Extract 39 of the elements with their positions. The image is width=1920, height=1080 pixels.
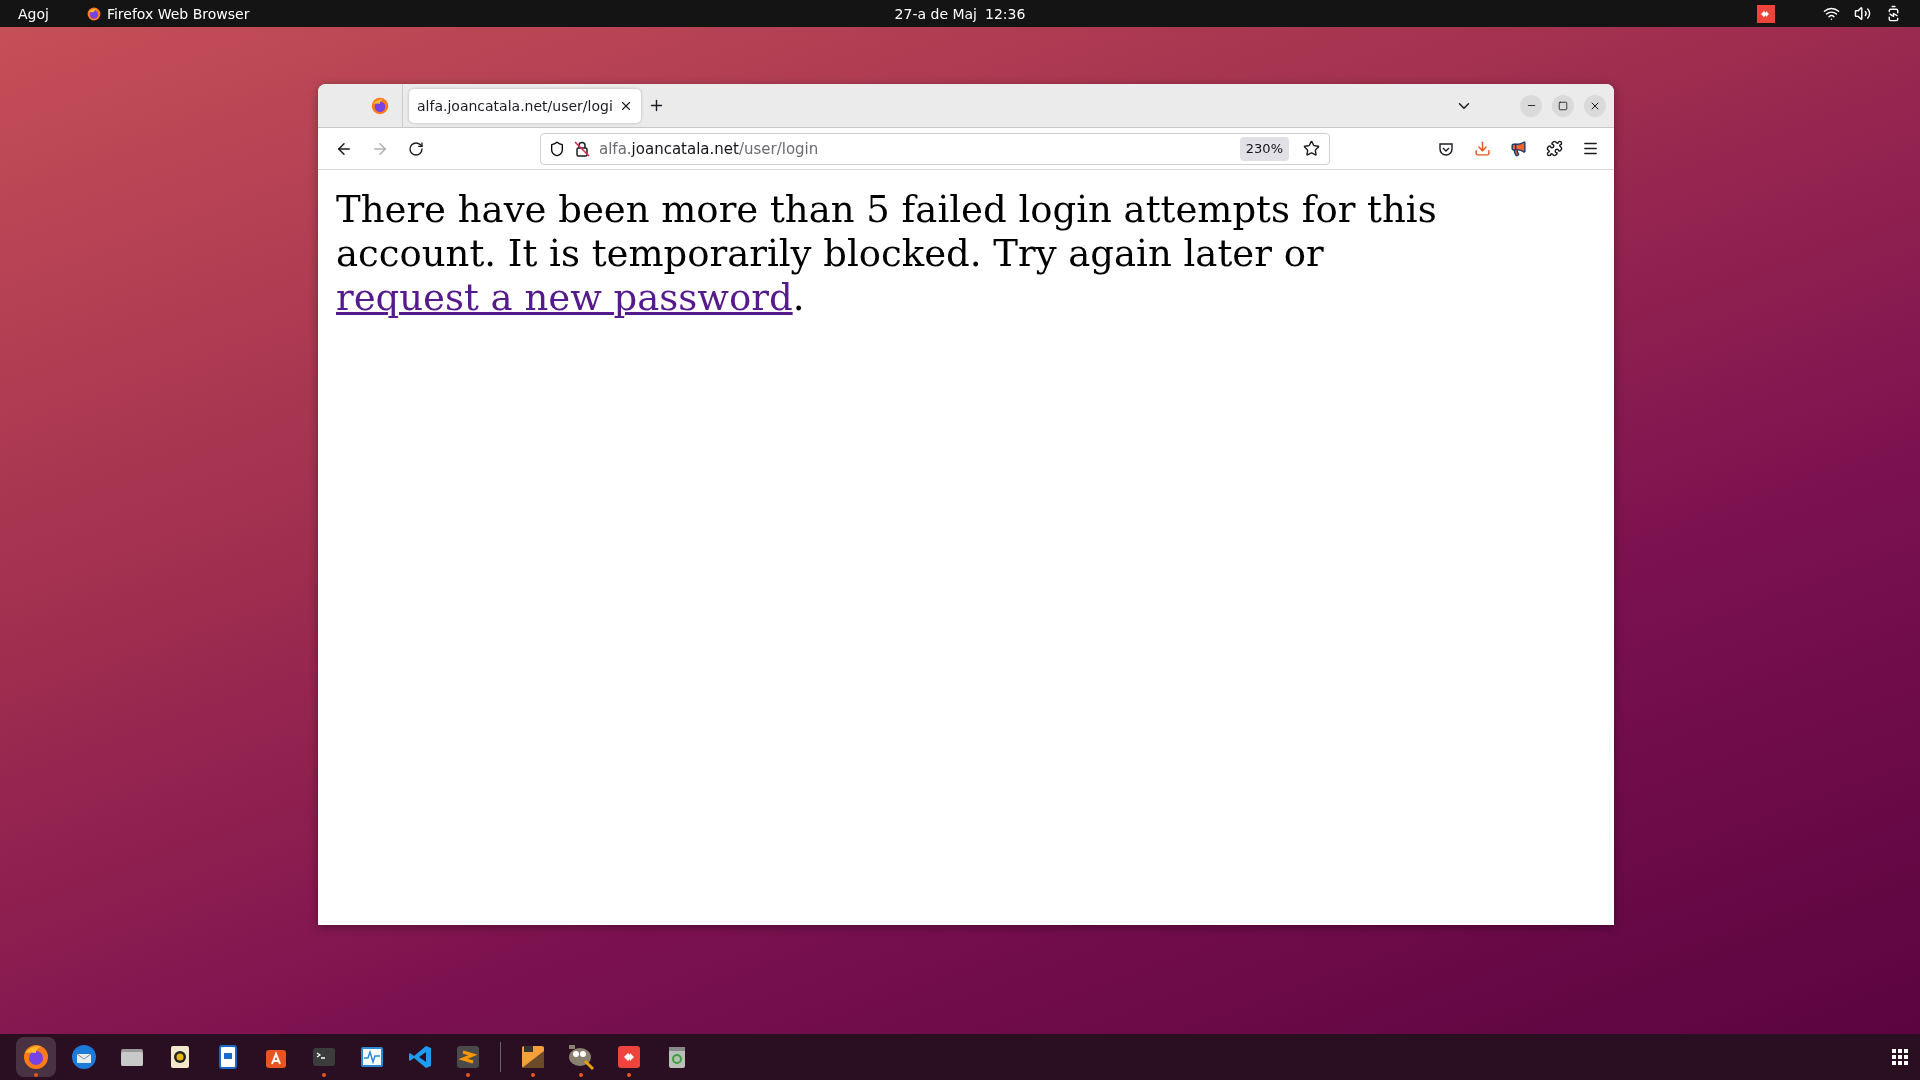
megaphone-icon[interactable]: [1509, 140, 1527, 157]
shield-icon[interactable]: [549, 140, 565, 157]
running-indicator: [627, 1073, 631, 1077]
reload-icon[interactable]: [408, 140, 424, 157]
remote-desktop-icon: [615, 1043, 643, 1071]
firefox-icon: [22, 1043, 50, 1071]
pocket-icon[interactable]: [1438, 140, 1454, 157]
firefox-icon: [371, 96, 389, 115]
volume-icon[interactable]: [1854, 5, 1871, 22]
star-icon[interactable]: [1302, 140, 1320, 157]
url-text[interactable]: alfa.joancatala.net/user/login: [599, 139, 1232, 158]
app-grid-icon[interactable]: [1892, 1049, 1908, 1065]
menu-icon[interactable]: [1581, 140, 1599, 157]
time-text[interactable]: 12:36: [985, 5, 1026, 22]
request-password-link[interactable]: request a new password: [336, 276, 793, 319]
running-indicator: [322, 1073, 326, 1077]
maximize-button[interactable]: [1552, 94, 1574, 117]
app-menu[interactable]: Firefox Web Browser: [106, 5, 250, 22]
browser-tab[interactable]: alfa.joancatala.net/user/logi: [409, 88, 641, 123]
wifi-icon[interactable]: [1823, 5, 1840, 22]
dock-app-button[interactable]: [16, 1037, 56, 1077]
firefox-icon: [86, 6, 101, 21]
close-button[interactable]: [1584, 94, 1606, 117]
code-editor-icon: [406, 1043, 434, 1071]
date-text[interactable]: 27-a de Maj: [894, 5, 977, 22]
maximize-icon[interactable]: [1558, 100, 1568, 111]
running-indicator: [34, 1073, 38, 1077]
download-icon[interactable]: [1473, 140, 1491, 157]
blocked-account-message: There have been more than 5 failed login attempts for this account. It is temporarily blocked. Try again later or request a new password.: [336, 188, 1438, 320]
running-indicator: [579, 1073, 583, 1077]
insecure-lock-icon[interactable]: [573, 139, 591, 158]
mail-icon: [70, 1043, 98, 1071]
address-bar[interactable]: alfa.joancatala.net/user/login 230%: [540, 132, 1330, 165]
running-indicator: [466, 1073, 470, 1077]
activities-button[interactable]: Agoj: [18, 5, 49, 22]
remote-desktop-icon[interactable]: [1757, 4, 1775, 23]
zoom-level-button[interactable]: 230%: [1239, 136, 1289, 161]
puzzle-icon[interactable]: [1545, 140, 1563, 157]
running-indicator: [531, 1073, 535, 1077]
